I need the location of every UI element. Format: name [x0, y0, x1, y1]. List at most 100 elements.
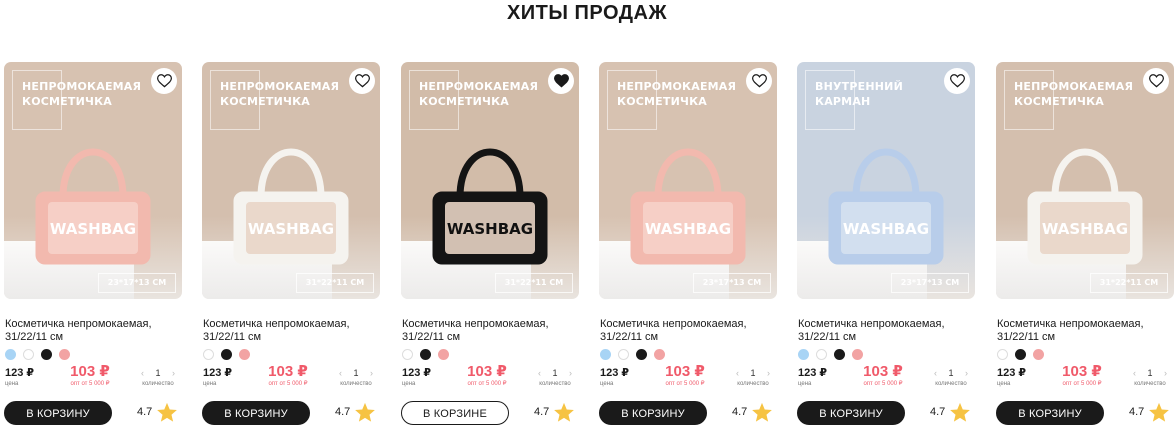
badge-line: КОСМЕТИЧКА: [22, 95, 112, 108]
add-to-cart-button[interactable]: В КОРЗИНЕ: [401, 401, 509, 425]
add-to-cart-button[interactable]: В КОРЗИНУ: [996, 401, 1104, 425]
product-name[interactable]: Косметичка непромокаемая, 31/22/11 см: [798, 318, 978, 344]
quantity-value[interactable]: 1: [350, 367, 362, 379]
decrement-button[interactable]: ‹: [1130, 367, 1139, 379]
price-label: цена: [5, 381, 19, 387]
product-image[interactable]: ВНУТРЕННИЙ КАРМАН WASHBAG 23*17*13 СМ: [797, 62, 975, 299]
wholesale-price: 103 ₽: [70, 363, 110, 380]
quantity-label: количество: [340, 381, 372, 387]
color-swatch[interactable]: [636, 349, 647, 360]
favorite-button[interactable]: [548, 68, 574, 94]
favorite-button[interactable]: [944, 68, 970, 94]
svg-text:WASHBAG: WASHBAG: [50, 220, 136, 238]
rating: 4.7: [534, 401, 575, 423]
color-swatch[interactable]: [221, 349, 232, 360]
color-swatch[interactable]: [402, 349, 413, 360]
color-swatch[interactable]: [1015, 349, 1026, 360]
quantity-stepper: ‹ 1 ›: [336, 367, 376, 379]
svg-text:WASHBAG: WASHBAG: [645, 220, 731, 238]
add-to-cart-button[interactable]: В КОРЗИНУ: [797, 401, 905, 425]
color-swatch[interactable]: [41, 349, 52, 360]
wholesale-label: опт от 5 000 ₽: [70, 381, 110, 387]
product-name[interactable]: Косметичка непромокаемая, 31/22/11 см: [600, 318, 780, 344]
increment-button[interactable]: ›: [1161, 367, 1170, 379]
product-image[interactable]: НЕПРОМОКАЕМАЯ КОСМЕТИЧКА WASHBAG 23*17*1…: [4, 62, 182, 299]
product-card: НЕПРОМОКАЕМАЯ КОСМЕТИЧКА WASHBAG 31*22*1…: [198, 62, 388, 425]
svg-text:WASHBAG: WASHBAG: [447, 220, 533, 238]
star-icon: [157, 402, 178, 422]
rating-value: 4.7: [534, 406, 550, 418]
quantity-value[interactable]: 1: [549, 367, 561, 379]
product-name[interactable]: Косметичка непромокаемая, 31/22/11 см: [402, 318, 582, 344]
heart-icon: [949, 74, 965, 88]
color-swatch[interactable]: [654, 349, 665, 360]
add-to-cart-button[interactable]: В КОРЗИНУ: [599, 401, 707, 425]
badge-line: КАРМАН: [815, 95, 871, 108]
quantity-value[interactable]: 1: [747, 367, 759, 379]
color-swatch[interactable]: [834, 349, 845, 360]
product-badge: НЕПРОМОКАЕМАЯ КОСМЕТИЧКА: [22, 79, 152, 109]
quantity-label: количество: [737, 381, 769, 387]
color-swatch[interactable]: [438, 349, 449, 360]
color-swatch[interactable]: [239, 349, 250, 360]
bag-illustration: WASHBAG: [28, 122, 158, 272]
heart-icon: [553, 74, 569, 88]
bag-illustration: WASHBAG: [425, 122, 555, 272]
decrement-button[interactable]: ‹: [336, 367, 345, 379]
increment-button[interactable]: ›: [367, 367, 376, 379]
product-name[interactable]: Косметичка непромокаемая, 31/22/11 см: [203, 318, 383, 344]
price-label: цена: [997, 381, 1011, 387]
color-swatch[interactable]: [420, 349, 431, 360]
product-badge: НЕПРОМОКАЕМАЯ КОСМЕТИЧКА: [220, 79, 350, 109]
color-swatch[interactable]: [1033, 349, 1044, 360]
rating-value: 4.7: [732, 406, 748, 418]
color-swatch[interactable]: [59, 349, 70, 360]
size-label: 23*17*13 СМ: [693, 273, 771, 293]
heart-icon: [751, 74, 767, 88]
quantity-value[interactable]: 1: [945, 367, 957, 379]
increment-button[interactable]: ›: [169, 367, 178, 379]
decrement-button[interactable]: ‹: [535, 367, 544, 379]
favorite-button[interactable]: [1143, 68, 1169, 94]
quantity-stepper: ‹ 1 ›: [931, 367, 971, 379]
increment-button[interactable]: ›: [764, 367, 773, 379]
rating: 4.7: [1129, 401, 1170, 423]
price: 123 ₽: [402, 367, 432, 379]
color-swatch[interactable]: [600, 349, 611, 360]
increment-button[interactable]: ›: [962, 367, 971, 379]
increment-button[interactable]: ›: [566, 367, 575, 379]
product-image[interactable]: НЕПРОМОКАЕМАЯ КОСМЕТИЧКА WASHBAG 31*22*1…: [202, 62, 380, 299]
color-swatch[interactable]: [798, 349, 809, 360]
favorite-button[interactable]: [349, 68, 375, 94]
product-badge: НЕПРОМОКАЕМАЯ КОСМЕТИЧКА: [1014, 79, 1144, 109]
svg-text:WASHBAG: WASHBAG: [248, 220, 334, 238]
color-swatch[interactable]: [816, 349, 827, 360]
wholesale-label: опт от 5 000 ₽: [268, 381, 308, 387]
product-image[interactable]: НЕПРОМОКАЕМАЯ КОСМЕТИЧКА WASHBAG 31*22*1…: [996, 62, 1174, 299]
quantity-value[interactable]: 1: [152, 367, 164, 379]
color-swatches: [600, 349, 665, 360]
heart-icon: [1148, 74, 1164, 88]
color-swatch[interactable]: [23, 349, 34, 360]
favorite-button[interactable]: [746, 68, 772, 94]
product-badge: ВНУТРЕННИЙ КАРМАН: [815, 79, 945, 109]
decrement-button[interactable]: ‹: [931, 367, 940, 379]
favorite-button[interactable]: [151, 68, 177, 94]
decrement-button[interactable]: ‹: [733, 367, 742, 379]
wholesale-price: 103 ₽: [1062, 363, 1102, 380]
color-swatch[interactable]: [5, 349, 16, 360]
color-swatch[interactable]: [997, 349, 1008, 360]
product-image[interactable]: НЕПРОМОКАЕМАЯ КОСМЕТИЧКА WASHBAG 31*22*1…: [401, 62, 579, 299]
color-swatch[interactable]: [852, 349, 863, 360]
color-swatch[interactable]: [203, 349, 214, 360]
bag-illustration: WASHBAG: [226, 122, 356, 272]
add-to-cart-button[interactable]: В КОРЗИНУ: [4, 401, 112, 425]
product-image[interactable]: НЕПРОМОКАЕМАЯ КОСМЕТИЧКА WASHBAG 23*17*1…: [599, 62, 777, 299]
decrement-button[interactable]: ‹: [138, 367, 147, 379]
product-name[interactable]: Косметичка непромокаемая, 31/22/11 см: [5, 318, 185, 344]
bag-illustration: WASHBAG: [821, 122, 951, 272]
add-to-cart-button[interactable]: В КОРЗИНУ: [202, 401, 310, 425]
color-swatch[interactable]: [618, 349, 629, 360]
quantity-value[interactable]: 1: [1144, 367, 1156, 379]
product-name[interactable]: Косметичка непромокаемая, 31/22/11 см: [997, 318, 1174, 344]
